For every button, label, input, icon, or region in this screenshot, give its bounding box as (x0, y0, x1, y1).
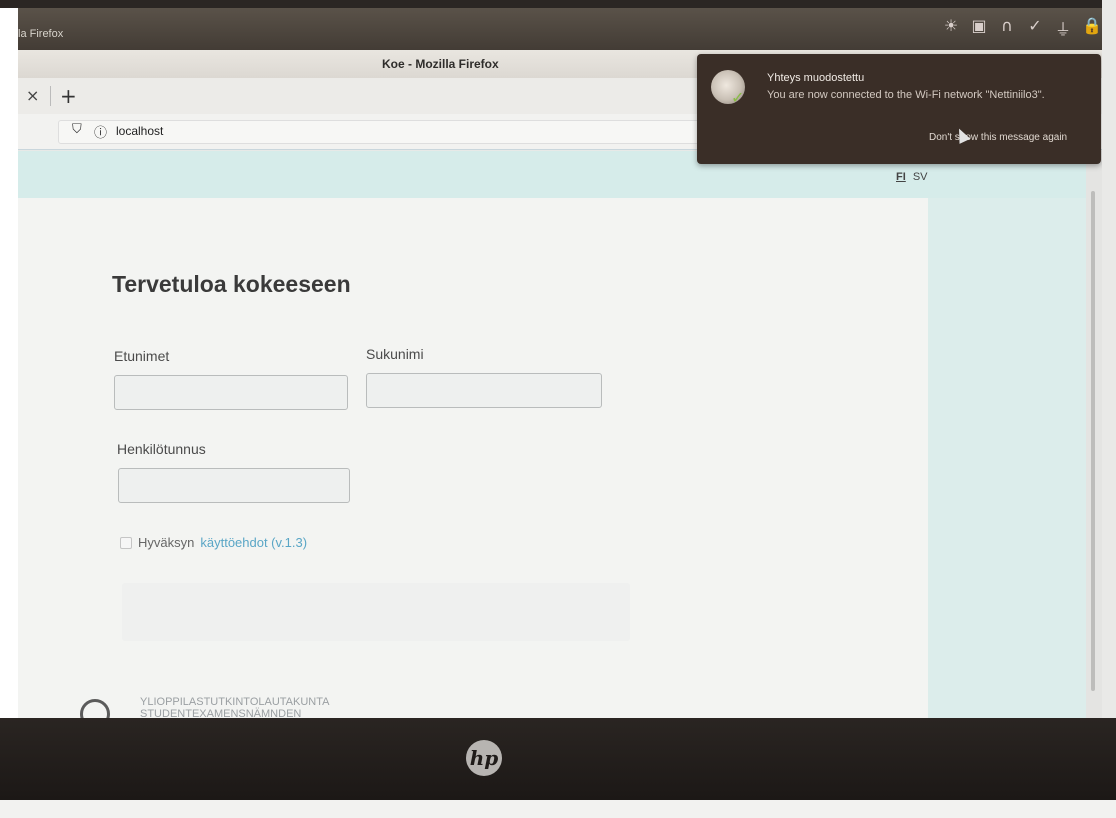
first-names-input[interactable] (114, 375, 348, 410)
system-tray: ☀ ▣ ∩ ✓ ⏚ 🔒 (942, 16, 1102, 40)
window-title: Koe - Mozilla Firefox (382, 57, 499, 71)
monitor-bezel-right (1102, 0, 1116, 818)
lock-icon[interactable]: 🔒 (1082, 16, 1102, 40)
consent-text: Hyväksyn (138, 535, 195, 550)
checkmark-icon: ✓ (731, 88, 745, 107)
terms-consent: Hyväksyn käyttöehdot (v.1.3) (120, 535, 307, 550)
lang-sv-link[interactable]: SV (913, 171, 928, 183)
ssn-label: Henkilötunnus (117, 441, 206, 457)
web-page: FI SV Tervetuloa kokeeseen Etunimet Suku… (18, 151, 1102, 718)
headset-icon[interactable]: ∩ (998, 16, 1016, 40)
battery-icon[interactable]: ⏚ (1054, 16, 1072, 40)
url-text[interactable]: localhost (116, 124, 163, 138)
page-title: Tervetuloa kokeeseen (112, 271, 351, 297)
hp-logo-icon: hp (466, 740, 502, 776)
wifi-notification: ✓ Yhteys muodostettu You are now connect… (697, 54, 1101, 164)
lang-fi-link[interactable]: FI (896, 171, 906, 183)
footer-line-fi: YLIOPPILASTUTKINTOLAUTAKUNTA (140, 696, 330, 708)
desk-surface (0, 800, 1116, 818)
language-switcher: FI SV (896, 171, 928, 183)
screen: la Firefox ☀ ▣ ∩ ✓ ⏚ 🔒 Koe - Mozilla Fir… (18, 8, 1102, 718)
footer-organization: YLIOPPILASTUTKINTOLAUTAKUNTA STUDENTEXAM… (140, 696, 330, 718)
info-icon[interactable]: ⓘ (94, 122, 107, 141)
dont-show-again-button[interactable]: Don't show this message again (929, 132, 1067, 143)
terms-link[interactable]: käyttöehdot (v.1.3) (200, 535, 307, 550)
right-background (928, 198, 1086, 718)
last-name-input[interactable] (366, 373, 602, 408)
last-name-label: Sukunimi (366, 346, 424, 362)
brightness-icon[interactable]: ☀ (942, 16, 960, 40)
terms-checkbox[interactable] (120, 536, 132, 549)
shield-icon[interactable]: ⛉ (72, 122, 82, 137)
notification-title: Yhteys muodostettu (767, 72, 865, 84)
scroll-thumb[interactable] (1091, 191, 1095, 691)
new-tab-button[interactable]: + (60, 84, 77, 108)
monitor-bezel-top (0, 0, 1116, 8)
monitor-bezel-bottom (0, 718, 1116, 800)
submit-button[interactable] (122, 583, 630, 641)
screenshot-icon[interactable]: ▣ (970, 16, 988, 40)
ssn-input[interactable] (118, 468, 350, 503)
system-top-bar: la Firefox ☀ ▣ ∩ ✓ ⏚ 🔒 (18, 8, 1102, 50)
system-app-name: la Firefox (18, 28, 64, 40)
notification-body: You are now connected to the Wi-Fi netwo… (767, 89, 1045, 101)
wifi-icon[interactable]: ✓ (1026, 16, 1044, 40)
footer-line-sv: STUDENTEXAMENSNÄMNDEN (140, 708, 302, 718)
close-tab-icon[interactable]: × (26, 86, 39, 105)
tab-divider (50, 86, 51, 106)
first-names-label: Etunimet (114, 348, 170, 364)
